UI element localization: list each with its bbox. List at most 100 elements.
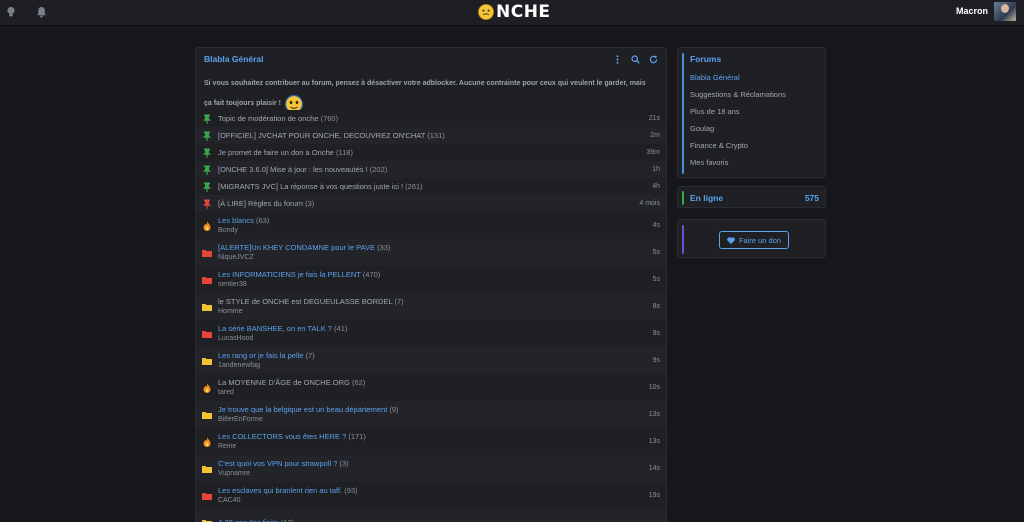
- topic-title[interactable]: Les INFORMATICIENS je fais la PELLENT: [218, 270, 361, 279]
- refresh-icon[interactable]: [649, 55, 658, 64]
- topic-reply-count: (7): [305, 350, 315, 360]
- topic-author[interactable]: BitlerEnForme: [218, 415, 643, 425]
- folder-hot-icon: [202, 248, 212, 258]
- heart-icon: [727, 236, 735, 244]
- topic-last-activity: 10s: [648, 384, 660, 391]
- topic-author[interactable]: LucasHood: [218, 334, 647, 344]
- topic-reply-count: (3): [305, 198, 315, 208]
- topic-reply-count: (760): [320, 113, 339, 123]
- search-icon[interactable]: [631, 54, 640, 64]
- pinned-topic-row[interactable]: Topic de modération de onche (760) 21s: [196, 110, 666, 127]
- topic-author[interactable]: sentier38: [218, 280, 647, 290]
- site-logo[interactable]: NCHE: [478, 1, 551, 23]
- topic-row[interactable]: A 35 ans t'es finito (12): [196, 509, 666, 522]
- topic-title[interactable]: Je trouve que la belgique est un beau dé…: [218, 405, 387, 414]
- topic-title[interactable]: Les esclaves qui branlent rien au taff.: [218, 486, 342, 495]
- pinned-topic-row[interactable]: [MIGRANTS JVC] La réponse à vos question…: [196, 178, 666, 195]
- topic-title[interactable]: Topic de modération de onche: [218, 114, 319, 123]
- sidebar-forum-link[interactable]: Mes favoris: [690, 158, 786, 175]
- topic-row[interactable]: Les esclaves qui branlent rien au taff. …: [196, 482, 666, 509]
- bell-icon[interactable]: [33, 4, 49, 20]
- topic-title[interactable]: La MOYENNE D'ÂGE de ONCHE.ORG: [218, 378, 350, 387]
- topic-row[interactable]: [ALERTE]Un KHEY CONDAMNE pour le PAVE (3…: [196, 239, 666, 266]
- topic-row[interactable]: C'est quoi vos VPN pour strawpoll ? (3) V…: [196, 455, 666, 482]
- topic-title[interactable]: A 35 ans t'es finito: [218, 518, 279, 522]
- topic-title[interactable]: La série BANSHEE, on en TALK ?: [218, 324, 332, 333]
- user-menu[interactable]: Macron: [956, 0, 1016, 22]
- topic-author[interactable]: CAC40: [218, 496, 643, 506]
- topic-row[interactable]: Les rang or je fais la pelle (7) 1andenew…: [196, 347, 666, 374]
- topic-title[interactable]: le STYLE de ONCHE est DEGUEULASSE BORDEL: [218, 297, 392, 306]
- topic-author[interactable]: tared: [218, 388, 643, 398]
- topic-author[interactable]: Vupnamre: [218, 469, 643, 479]
- topic-last-activity: 9s: [652, 357, 660, 364]
- folder-hot-icon: [202, 491, 212, 501]
- pin-icon: [202, 131, 212, 141]
- topic-title[interactable]: [ONCHE 3.6.0] Mise à jour : les nouveaut…: [218, 165, 368, 174]
- topic-title[interactable]: [OFFICIEL] JVCHAT POUR ONCHE, DECOUVREZ …: [218, 131, 425, 140]
- topic-last-activity: 9s: [652, 330, 660, 337]
- forum-title[interactable]: Blabla Général: [204, 54, 613, 64]
- topic-author[interactable]: Bondy: [218, 226, 647, 236]
- donate-button[interactable]: Faire un don: [719, 231, 789, 249]
- sidebar-forum-link[interactable]: Blabla Général: [690, 73, 786, 90]
- pinned-topic-row[interactable]: [À LIRE] Règles du forum (3) 4 mois: [196, 195, 666, 212]
- online-box: En ligne 575: [677, 186, 826, 208]
- avatar: [994, 1, 1016, 21]
- topic-reply-count: (93): [344, 485, 358, 495]
- topic-last-activity: 4s: [652, 222, 660, 229]
- topic-title[interactable]: Les blancs: [218, 216, 254, 225]
- topic-title[interactable]: Les rang or je fais la pelle: [218, 351, 303, 360]
- forums-heading: Forums: [690, 54, 722, 64]
- topic-author[interactable]: 1andenewfag: [218, 361, 647, 371]
- folder-hot-icon: [202, 275, 212, 285]
- topic-author[interactable]: Reine: [218, 442, 643, 452]
- topic-last-activity: 5s: [652, 249, 660, 256]
- sidebar-forum-link[interactable]: Suggestions & Réclamations: [690, 90, 786, 107]
- folder-icon: [202, 302, 212, 312]
- topic-last-activity: 13s: [648, 438, 660, 445]
- topic-last-activity: 1h: [652, 166, 660, 173]
- folder-icon: [202, 518, 212, 522]
- topic-title[interactable]: [À LIRE] Règles du forum: [218, 199, 303, 208]
- more-icon[interactable]: [613, 54, 622, 64]
- topic-author[interactable]: NiqueJVCZ: [218, 253, 647, 263]
- topic-row[interactable]: Les blancs (63) Bondy 4s: [196, 212, 666, 239]
- site-name: NCHE: [496, 2, 551, 22]
- topic-reply-count: (7): [394, 296, 404, 306]
- topic-last-activity: 13s: [648, 411, 660, 418]
- topic-last-activity: 19s: [648, 492, 660, 499]
- forums-box: Forums Blabla Général Suggestions & Récla…: [677, 47, 826, 178]
- topic-last-activity: 14s: [648, 465, 660, 472]
- topic-last-activity: 8s: [652, 303, 660, 310]
- sidebar-forum-link[interactable]: Finance & Crypto: [690, 141, 786, 158]
- topic-row[interactable]: Les INFORMATICIENS je fais la PELLENT (4…: [196, 266, 666, 293]
- topic-reply-count: (41): [334, 323, 348, 333]
- topic-author[interactable]: Homme: [218, 307, 647, 317]
- pin-icon: [202, 148, 212, 158]
- sidebar-forum-link[interactable]: Plus de 18 ans: [690, 107, 786, 124]
- topic-row[interactable]: La série BANSHEE, on en TALK ? (41) Lucas…: [196, 320, 666, 347]
- topic-row[interactable]: Je trouve que la belgique est un beau dé…: [196, 401, 666, 428]
- topic-title[interactable]: [ALERTE]Un KHEY CONDAMNE pour le PAVE: [218, 243, 375, 252]
- pinned-topic-row[interactable]: [OFFICIEL] JVCHAT POUR ONCHE, DECOUVREZ …: [196, 127, 666, 144]
- topic-title[interactable]: Les COLLECTORS vous êtes HERE ?: [218, 432, 346, 441]
- pinned-topic-row[interactable]: Je promet de faire un don a Onche (118) 3…: [196, 144, 666, 161]
- topic-title[interactable]: C'est quoi vos VPN pour strawpoll ?: [218, 459, 337, 468]
- lightbulb-icon[interactable]: [3, 4, 19, 20]
- topic-row[interactable]: Les COLLECTORS vous êtes HERE ? (171) Rei…: [196, 428, 666, 455]
- topic-list: Topic de modération de onche (760) 21s [OF…: [196, 110, 666, 522]
- topic-title[interactable]: Je promet de faire un don a Onche: [218, 148, 334, 157]
- topic-reply-count: (202): [369, 164, 388, 174]
- pinned-topic-row[interactable]: [ONCHE 3.6.0] Mise à jour : les nouveaut…: [196, 161, 666, 178]
- user-name: Macron: [955, 6, 988, 16]
- topic-row[interactable]: le STYLE de ONCHE est DEGUEULASSE BORDEL…: [196, 293, 666, 320]
- topic-row[interactable]: La MOYENNE D'ÂGE de ONCHE.ORG (62) tared 1…: [196, 374, 666, 401]
- pin-icon: [202, 199, 212, 209]
- topic-reply-count: (62): [351, 377, 366, 387]
- topic-title[interactable]: [MIGRANTS JVC] La réponse à vos question…: [218, 182, 403, 191]
- online-label: En ligne: [690, 193, 724, 203]
- folder-icon: [202, 464, 212, 474]
- sidebar-forum-link[interactable]: Goulag: [690, 124, 786, 141]
- topic-reply-count: (171): [348, 431, 366, 441]
